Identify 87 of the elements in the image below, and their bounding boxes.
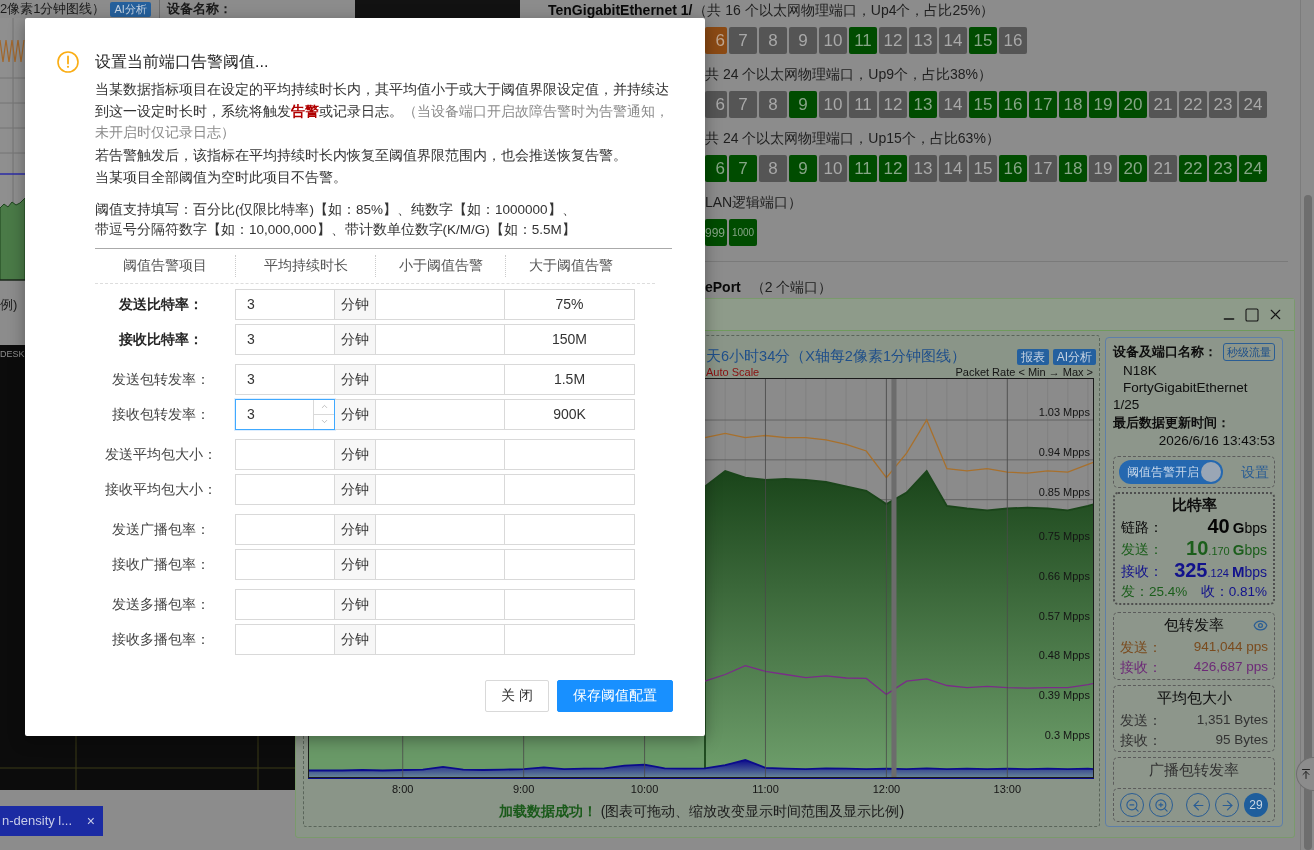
x-axis-label: 12:00 — [872, 783, 901, 795]
device-name: N18K — [1122, 362, 1158, 379]
bit-rate-value: 40 Gbps — [1207, 515, 1267, 539]
y-axis-label: 1.03 Mpps — [1038, 406, 1090, 419]
unit-label: 分钟 — [335, 363, 375, 395]
x-axis-label: 13:00 — [993, 783, 1022, 795]
x-axis-label: 9:00 — [512, 783, 535, 795]
update-time: 2026/6/16 13:43:53 — [1157, 432, 1275, 450]
metric-label: 接收： — [1120, 730, 1162, 750]
y-axis-label: 0.48 Mpps — [1038, 649, 1090, 662]
row-label: 发送包转发率： — [111, 369, 211, 389]
row-label: 接收多播包率： — [111, 629, 211, 649]
port-group-summary: （共 16 个以太网物理端口，Up4个，占比25%） — [693, 0, 995, 20]
metric-label: 接收： — [1120, 657, 1162, 677]
port-group-summary: LAN逻辑端口） — [705, 192, 803, 212]
tab-label: n-density l... — [2, 812, 73, 831]
note-text: 当某项目全部阈值为空时此项目不告警。 — [95, 167, 348, 187]
column-header: 阈值告警项目 — [123, 256, 207, 275]
row-label: 接收平均包大小： — [104, 479, 218, 499]
update-time-label: 最后数据更新时间： — [1113, 414, 1231, 432]
metric-label: 发送： — [1120, 710, 1162, 730]
port-group-name: ePort — [705, 277, 741, 297]
x-axis-label: 11:00 — [752, 783, 779, 795]
y-axis-label: 0.85 Mpps — [1038, 485, 1090, 498]
chart-caption: 例) — [0, 298, 18, 312]
dialog-title: 设置当前端口告警阈值... — [95, 52, 270, 72]
metric-label: 发送： — [1121, 539, 1163, 559]
row-label: 接收包转发率： — [111, 404, 211, 424]
window-text: DESK — [0, 348, 25, 360]
note-text: 若告警触发后，该指标在平均持续时长内恢复至阈值界限范围内，也会推送恢复告警。 — [95, 145, 628, 165]
row-label: 发送平均包大小： — [104, 444, 218, 464]
card-title: 比特率 — [1170, 495, 1218, 515]
unit-label: 分钟 — [335, 288, 375, 320]
packet-rate-value: 941,044 pps — [1193, 637, 1268, 656]
device-name-label: 设备名称： — [166, 1, 232, 17]
unit-label: 分钟 — [335, 588, 375, 620]
unit-label: 分钟 — [335, 398, 375, 430]
unit-label: 分钟 — [335, 548, 375, 580]
x-axis-label: 10:00 — [630, 783, 659, 795]
row-label: 接收广播包率： — [111, 554, 211, 574]
metric-label: 链路： — [1121, 517, 1163, 537]
unit-label: 分钟 — [335, 513, 375, 545]
axis-hint: Packet Rate < Min → Max > — [955, 366, 1093, 378]
column-header: 平均持续时长 — [263, 256, 348, 275]
packet-size-value: 1,351 Bytes — [1196, 710, 1268, 729]
chart-hint: (图表可拖动、缩放改变显示时间范围及显示比例) — [600, 802, 905, 821]
unit-label: 分钟 — [335, 473, 375, 505]
row-label: 发送比特率： — [118, 294, 204, 314]
unit-label: 分钟 — [335, 323, 375, 355]
y-axis-label: 0.66 Mpps — [1038, 569, 1090, 582]
device-port-label: 设备及端口名称： — [1113, 343, 1217, 362]
port-group-summary: （2 个端口） — [750, 277, 833, 297]
port-name: FortyGigabitEthernet 1/25 — [1113, 379, 1249, 413]
share-value: 发：25.4% — [1121, 582, 1188, 601]
packet-size-value: 95 Bytes — [1215, 730, 1268, 749]
format-hint: 带逗号分隔符数字【如：10,000,000】、带计数单位数字(K/M/G)【如：5.5M】 — [95, 220, 577, 239]
y-axis-label: 0.94 Mpps — [1038, 445, 1090, 458]
card-title: 包转发率 — [1164, 614, 1224, 635]
unit-label: 分钟 — [335, 623, 375, 655]
card-title: 平均包大小 — [1155, 688, 1233, 708]
y-axis-label: 0.57 Mpps — [1038, 609, 1090, 622]
row-label: 接收比特率： — [118, 329, 204, 349]
port-group-summary: 共 24 个以太网物理端口，Up9个，占比38%） — [705, 64, 993, 84]
format-hint: 阈值支持填写：百分比(仅限比特率)【如：85%】、纯数字【如：1000000】、 — [95, 200, 577, 219]
column-header: 大于阈值告警 — [528, 256, 613, 275]
column-header: 小于阈值告警 — [398, 256, 483, 275]
row-label: 发送广播包率： — [111, 519, 211, 539]
y-axis-label: 0.75 Mpps — [1038, 529, 1090, 542]
metric-label: 接收： — [1121, 561, 1163, 581]
packet-rate-value: 426,687 pps — [1193, 657, 1268, 676]
y-axis-label: 0.3 Mpps — [1044, 729, 1090, 742]
load-status: 加载数据成功！ — [498, 802, 597, 821]
share-value: 收：0.81% — [1200, 582, 1267, 601]
bit-rate-value: 10.170 Gbps — [1186, 536, 1267, 561]
x-axis-label: 8:00 — [392, 783, 414, 795]
description-text: 当某数据指标项目在设定的平均持续时长内，其平均值小于或大于阈值界限设定值，并持续达到这一设定时长时，系统将触发告警或记录日志。（当设备端口开启故障告警时为告警通知，未开启时仅记录日志） — [95, 80, 670, 142]
y-axis-label: 0.39 Mpps — [1038, 689, 1090, 702]
bit-rate-value: 325.124 Mbps — [1174, 558, 1267, 583]
row-label: 发送多播包率： — [111, 594, 211, 614]
chart-caption: 2像素1分钟图线） — [0, 1, 106, 17]
metric-label: 发送： — [1120, 637, 1162, 657]
scale-mode-label: Auto Scale — [706, 366, 760, 378]
unit-label: 分钟 — [335, 438, 375, 470]
port-group-summary: 共 24 个以太网物理端口，Up15个，占比63%） — [705, 128, 1000, 148]
card-title: 广播包转发率 — [1149, 760, 1239, 780]
chart-title: 天6小时34分（X轴每2像素1分钟图线） — [706, 347, 966, 367]
port-group-name: TenGigabitEthernet 1/ — [548, 0, 693, 20]
